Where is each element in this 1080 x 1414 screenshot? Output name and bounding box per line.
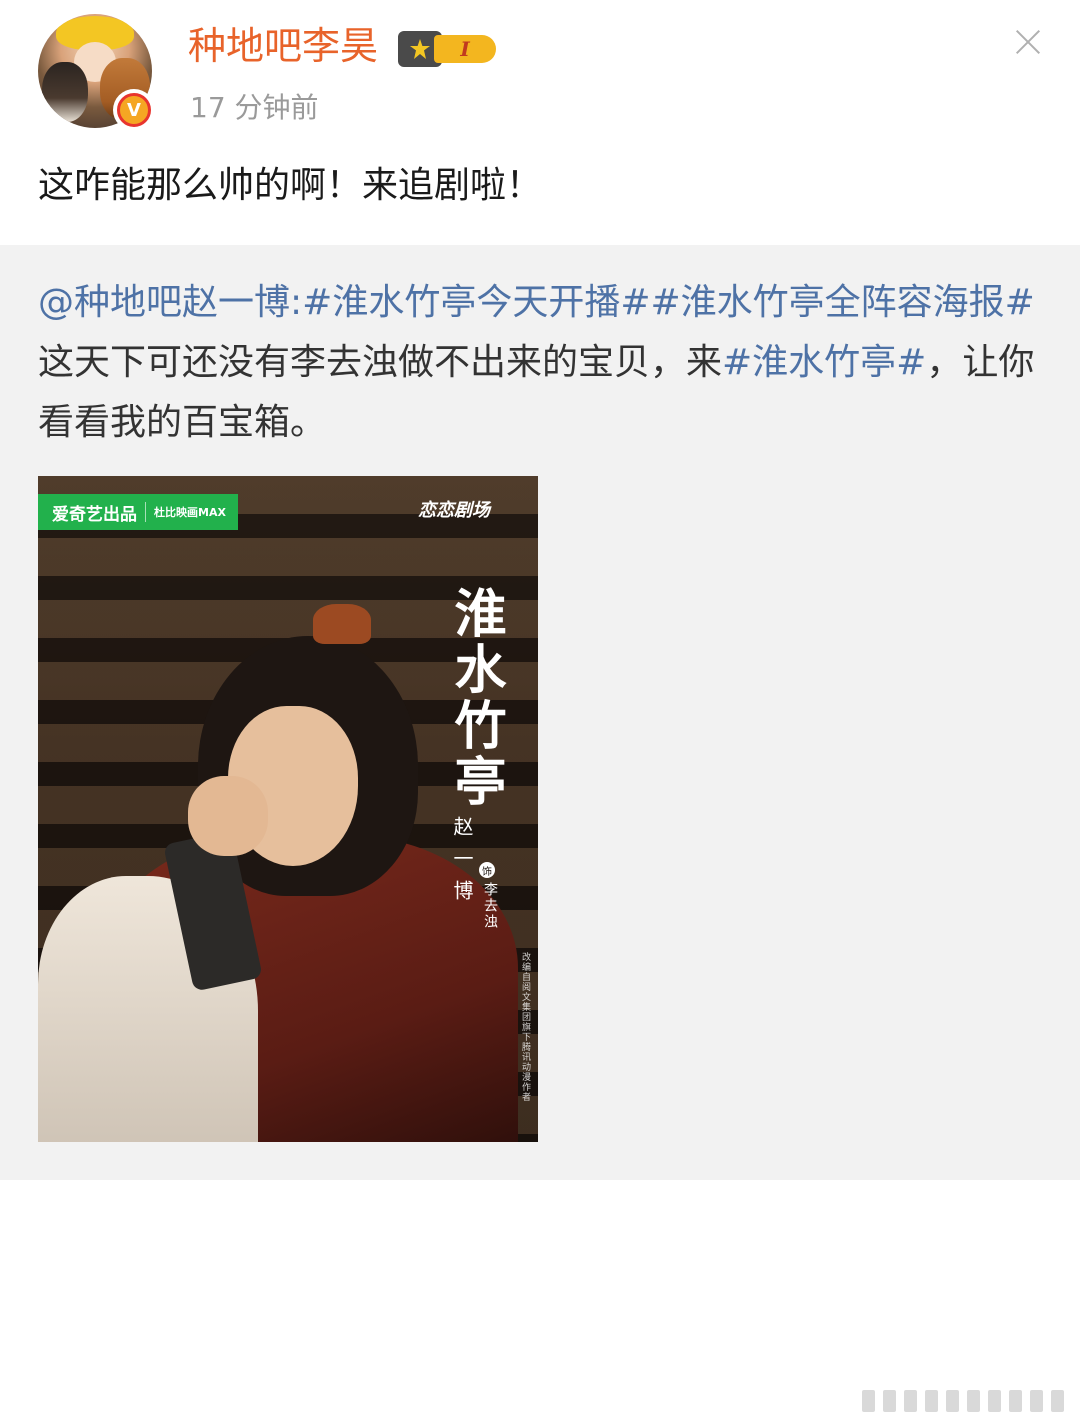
repost-body-1: 这天下可还没有李去浊做不出来的宝贝，来 bbox=[38, 342, 723, 383]
poster-dolby-label: 杜比映画MAX bbox=[154, 506, 226, 519]
hashtag-drama[interactable]: #淮水竹亭# bbox=[722, 342, 926, 383]
level-badge[interactable]: I bbox=[398, 31, 502, 67]
repost-separator: : bbox=[290, 282, 303, 323]
watermark-barcode bbox=[862, 1388, 1070, 1414]
poster-title: 淮水竹亭 bbox=[445, 586, 506, 810]
repost-text: @种地吧赵一博:#淮水竹亭今天开播##淮水竹亭全阵容海报# 这天下可还没有李去浊… bbox=[38, 273, 1048, 453]
hashtag-premiere[interactable]: #淮水竹亭今天开播# bbox=[302, 282, 650, 323]
poster-figure-hand bbox=[188, 776, 268, 856]
verified-icon: V bbox=[113, 89, 155, 131]
poster-producer-logo: 爱奇艺出品 杜比映画MAX bbox=[38, 494, 238, 530]
hashtag-poster[interactable]: #淮水竹亭全阵容海报# bbox=[651, 282, 1035, 323]
post-text: 这咋能那么帅的啊！来追剧啦！ bbox=[38, 165, 543, 206]
close-icon[interactable] bbox=[1010, 24, 1046, 60]
poster-figure-hair-crown bbox=[313, 604, 371, 644]
repost-author-link[interactable]: @种地吧赵一博 bbox=[38, 282, 290, 323]
poster-image[interactable]: 爱奇艺出品 杜比映画MAX 恋恋剧场 淮水竹亭 赵一博 饰 李去浊 改编自阅文集… bbox=[38, 476, 538, 1142]
post-header: V 种地吧李昊 I 17 分钟前 这咋能那么帅的啊！来追剧啦！ bbox=[0, 0, 1080, 245]
poster-credit: 改编自阅文集团旗下腾讯动漫作者 bbox=[520, 952, 530, 1102]
poster-brand-logo: 恋恋剧场 bbox=[418, 500, 490, 521]
level-number: I bbox=[434, 35, 496, 63]
repost-area[interactable]: @种地吧赵一博:#淮水竹亭今天开播##淮水竹亭全阵容海报# 这天下可还没有李去浊… bbox=[0, 245, 1080, 1412]
poster-logo-divider bbox=[145, 502, 146, 522]
poster-role-name: 李去浊 bbox=[482, 882, 498, 930]
poster-producer-label: 爱奇艺出品 bbox=[52, 504, 137, 525]
poster-role-mark: 饰 bbox=[479, 862, 495, 878]
verified-mark: V bbox=[117, 93, 151, 127]
avatar-dog-left bbox=[42, 62, 88, 122]
timestamp: 17 分钟前 bbox=[190, 91, 319, 124]
poster-actor-name: 赵一博 bbox=[450, 816, 474, 912]
username[interactable]: 种地吧李昊 bbox=[188, 20, 378, 72]
